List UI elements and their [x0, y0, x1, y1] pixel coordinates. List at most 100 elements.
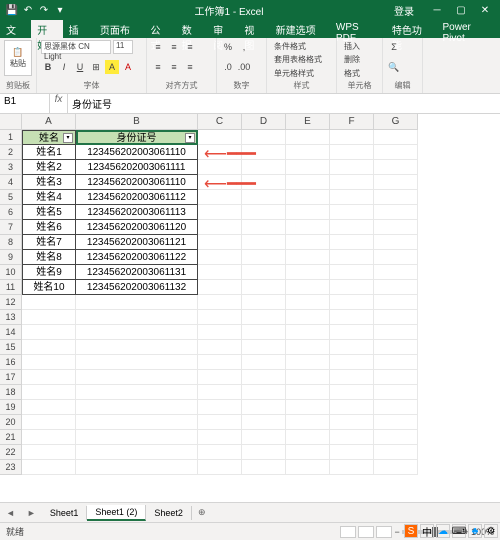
cell[interactable] — [374, 130, 418, 145]
cell[interactable]: 123456202003061111 — [76, 160, 198, 175]
italic-button[interactable]: I — [57, 60, 71, 74]
row-header[interactable]: 8 — [0, 235, 22, 250]
cell[interactable] — [242, 385, 286, 400]
column-header[interactable]: C — [198, 114, 242, 130]
row-header[interactable]: 10 — [0, 265, 22, 280]
cell[interactable] — [374, 445, 418, 460]
cell[interactable] — [286, 460, 330, 475]
select-all-corner[interactable] — [0, 114, 22, 130]
cell[interactable] — [374, 310, 418, 325]
cell[interactable] — [330, 220, 374, 235]
font-size-select[interactable]: 11 — [113, 40, 133, 54]
tab-formula[interactable]: 公式 — [144, 20, 175, 38]
cell[interactable] — [198, 250, 242, 265]
align-center-button[interactable]: ≡ — [167, 60, 181, 74]
cell[interactable] — [330, 205, 374, 220]
cell[interactable] — [330, 145, 374, 160]
cell[interactable] — [286, 355, 330, 370]
cell[interactable] — [330, 175, 374, 190]
cell[interactable] — [330, 325, 374, 340]
row-header[interactable]: 21 — [0, 430, 22, 445]
tray-icon[interactable]: ⚙ — [484, 524, 498, 538]
tab-review[interactable]: 审阅 — [207, 20, 238, 38]
tray-icon[interactable]: ⌨ — [452, 524, 466, 538]
cell[interactable] — [242, 265, 286, 280]
cell[interactable] — [242, 400, 286, 415]
cell[interactable] — [242, 355, 286, 370]
cell[interactable] — [374, 325, 418, 340]
row-header[interactable]: 5 — [0, 190, 22, 205]
row-header[interactable]: 14 — [0, 325, 22, 340]
align-right-button[interactable]: ≡ — [183, 60, 197, 74]
cell[interactable] — [22, 430, 76, 445]
cell[interactable] — [286, 400, 330, 415]
cell[interactable] — [76, 400, 198, 415]
cell[interactable] — [76, 415, 198, 430]
cell[interactable] — [198, 460, 242, 475]
cell[interactable]: 姓名6 — [22, 220, 76, 235]
row-header[interactable]: 17 — [0, 370, 22, 385]
font-name-select[interactable]: 思源黑体 CN Light — [41, 40, 111, 54]
cell[interactable]: 123456202003061112 — [76, 190, 198, 205]
cell[interactable] — [330, 415, 374, 430]
tab-layout[interactable]: 页面布局 — [94, 20, 145, 38]
row-header[interactable]: 7 — [0, 220, 22, 235]
cell[interactable]: 姓名3 — [22, 175, 76, 190]
cell[interactable] — [198, 220, 242, 235]
cell[interactable] — [330, 355, 374, 370]
cell[interactable] — [22, 370, 76, 385]
cell[interactable] — [286, 340, 330, 355]
minimize-button[interactable]: ─ — [426, 5, 448, 16]
cell[interactable] — [198, 370, 242, 385]
cell[interactable] — [330, 385, 374, 400]
cell[interactable] — [330, 250, 374, 265]
cell[interactable] — [242, 220, 286, 235]
cell[interactable] — [330, 400, 374, 415]
row-header[interactable]: 2 — [0, 145, 22, 160]
table-format-button[interactable]: 套用表格格式 — [271, 53, 332, 66]
cell[interactable] — [374, 340, 418, 355]
cell[interactable] — [22, 400, 76, 415]
cell[interactable] — [330, 430, 374, 445]
cell[interactable] — [374, 265, 418, 280]
cell[interactable] — [242, 430, 286, 445]
cell[interactable] — [330, 235, 374, 250]
cell[interactable]: 姓名1 — [22, 145, 76, 160]
tray-icon[interactable]: ♣ — [468, 524, 482, 538]
cell[interactable] — [198, 235, 242, 250]
cell[interactable] — [374, 160, 418, 175]
column-header[interactable]: D — [242, 114, 286, 130]
ime-mode-icon[interactable]: 中 — [420, 524, 434, 538]
tab-wps[interactable]: WPS PDF — [330, 20, 386, 38]
zoom-out-button[interactable]: − — [394, 527, 399, 537]
cell[interactable] — [374, 280, 418, 295]
fx-button[interactable]: fx — [50, 94, 68, 113]
cell[interactable] — [286, 265, 330, 280]
cell[interactable]: 123456202003061110 — [76, 145, 198, 160]
row-header[interactable]: 12 — [0, 295, 22, 310]
cell[interactable] — [286, 130, 330, 145]
cell[interactable] — [198, 445, 242, 460]
cell[interactable] — [286, 220, 330, 235]
cell[interactable] — [286, 250, 330, 265]
column-header[interactable]: E — [286, 114, 330, 130]
cell[interactable] — [330, 445, 374, 460]
insert-cells-button[interactable]: 插入 — [341, 40, 378, 53]
cell[interactable] — [286, 190, 330, 205]
redo-icon[interactable]: ↷ — [38, 4, 50, 16]
cell[interactable]: 姓名8 — [22, 250, 76, 265]
underline-button[interactable]: U — [73, 60, 87, 74]
login-button[interactable]: 登录 — [386, 3, 422, 18]
column-header[interactable]: B — [76, 114, 198, 130]
cell[interactable] — [286, 175, 330, 190]
cell[interactable] — [374, 430, 418, 445]
cell[interactable] — [374, 385, 418, 400]
percent-button[interactable]: % — [221, 40, 235, 54]
format-cells-button[interactable]: 格式 — [341, 67, 378, 80]
cell[interactable] — [242, 325, 286, 340]
cell[interactable] — [286, 430, 330, 445]
cell[interactable]: 123456202003061132 — [76, 280, 198, 295]
delete-cells-button[interactable]: 删除 — [341, 53, 378, 66]
cell[interactable] — [22, 355, 76, 370]
cell[interactable] — [242, 205, 286, 220]
